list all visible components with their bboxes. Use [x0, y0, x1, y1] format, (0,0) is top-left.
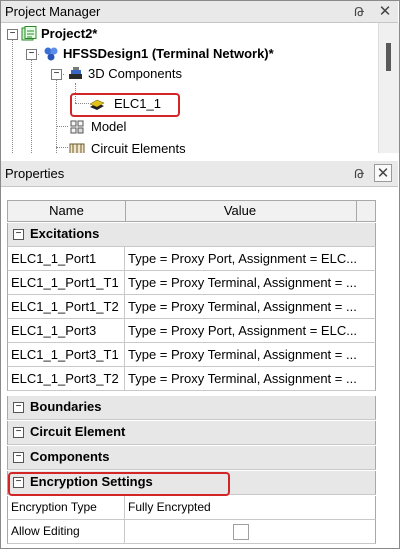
- selection-highlight: [70, 93, 180, 117]
- section-label: Circuit Element: [30, 424, 126, 439]
- tree-item-design[interactable]: − HFSSDesign1 (Terminal Network)*: [1, 44, 377, 64]
- property-value-cell: [125, 520, 375, 543]
- tree-item-model[interactable]: Model: [1, 117, 377, 137]
- collapse-icon[interactable]: −: [13, 229, 24, 240]
- property-value[interactable]: Type = Proxy Port, Assignment = ELC...: [125, 319, 375, 342]
- property-name: ELC1_1_Port3_T1: [8, 343, 125, 366]
- property-name: ELC1_1_Port1_T1: [8, 271, 125, 294]
- section-excitations[interactable]: − Excitations: [7, 223, 376, 247]
- project-tree: − Project2* − HFSSDesign1 (Terminal Netw…: [1, 23, 377, 153]
- section-label: Excitations: [30, 226, 100, 241]
- column-header-name[interactable]: Name: [8, 201, 126, 221]
- close-icon[interactable]: ✕: [376, 3, 394, 21]
- tree-item-elc1-1[interactable]: ELC1_1: [1, 94, 377, 114]
- property-name: ELC1_1_Port3: [8, 319, 125, 342]
- table-row[interactable]: ELC1_1_Port1_T2 Type = Proxy Terminal, A…: [7, 295, 376, 319]
- model-label: Model: [91, 119, 127, 134]
- table-row[interactable]: ELC1_1_Port3_T1 Type = Proxy Terminal, A…: [7, 343, 376, 367]
- table-row[interactable]: ELC1_1_Port1 Type = Proxy Port, Assignme…: [7, 247, 376, 271]
- column-header-value[interactable]: Value: [125, 201, 355, 221]
- collapse-icon[interactable]: −: [26, 49, 37, 60]
- properties-title: Properties: [5, 166, 65, 181]
- collapse-icon[interactable]: −: [51, 69, 62, 80]
- section-components[interactable]: − Components: [7, 446, 376, 470]
- close-icon[interactable]: ✕: [374, 164, 392, 182]
- project-manager-header: Project Manager Թ ✕: [1, 1, 398, 23]
- section-boundaries[interactable]: − Boundaries: [7, 396, 376, 420]
- section-label: Components: [30, 449, 110, 464]
- properties-header: Properties Թ ✕: [1, 161, 398, 187]
- tree-item-3d-components[interactable]: − 3D Components: [1, 64, 377, 84]
- property-name: ELC1_1_Port3_T2: [8, 367, 125, 390]
- property-name: Encryption Type: [8, 496, 125, 519]
- section-circuit-element[interactable]: − Circuit Element: [7, 421, 376, 445]
- design-label: HFSSDesign1 (Terminal Network)*: [63, 46, 274, 61]
- property-name: ELC1_1_Port1_T2: [8, 295, 125, 318]
- scrollbar-thumb[interactable]: [386, 43, 391, 71]
- grid-header: Name Value: [7, 200, 376, 222]
- collapse-icon[interactable]: −: [13, 402, 24, 413]
- property-value[interactable]: Type = Proxy Terminal, Assignment = ...: [125, 295, 375, 318]
- project-icon: [21, 26, 37, 41]
- table-row[interactable]: ELC1_1_Port1_T1 Type = Proxy Terminal, A…: [7, 271, 376, 295]
- components-folder-icon: [69, 67, 82, 79]
- properties-grid: Name Value − Excitations ELC1_1_Port1 Ty…: [7, 200, 376, 548]
- collapse-icon[interactable]: −: [13, 452, 24, 463]
- allow-editing-checkbox[interactable]: [233, 524, 249, 540]
- property-value[interactable]: Type = Proxy Terminal, Assignment = ...: [125, 343, 375, 366]
- section-label: Boundaries: [30, 399, 102, 414]
- property-value[interactable]: Type = Proxy Terminal, Assignment = ...: [125, 271, 375, 294]
- project-label: Project2*: [41, 26, 98, 41]
- property-value[interactable]: Type = Proxy Port, Assignment = ELC...: [125, 247, 375, 270]
- column-header-end: [356, 201, 375, 221]
- property-value[interactable]: Type = Proxy Terminal, Assignment = ...: [125, 367, 375, 390]
- design-icon: [44, 47, 58, 61]
- table-row[interactable]: Allow Editing: [7, 520, 376, 544]
- collapse-icon[interactable]: −: [7, 29, 18, 40]
- collapse-icon[interactable]: −: [13, 427, 24, 438]
- circuit-elements-label: Circuit Elements: [91, 141, 186, 153]
- property-name: ELC1_1_Port1: [8, 247, 125, 270]
- circuit-elements-icon: [69, 143, 85, 153]
- table-row[interactable]: ELC1_1_Port3 Type = Proxy Port, Assignme…: [7, 319, 376, 343]
- table-row[interactable]: ELC1_1_Port3_T2 Type = Proxy Terminal, A…: [7, 367, 376, 391]
- tree-item-project[interactable]: − Project2*: [1, 24, 377, 44]
- project-manager-title: Project Manager: [5, 4, 101, 19]
- property-value[interactable]: Fully Encrypted: [125, 496, 375, 519]
- property-name: Allow Editing: [8, 520, 125, 543]
- tree-item-circuit-elements[interactable]: Circuit Elements: [1, 139, 377, 153]
- table-row[interactable]: Encryption Type Fully Encrypted: [7, 496, 376, 520]
- pin-icon[interactable]: Թ: [350, 3, 368, 21]
- section-highlight: [8, 472, 230, 496]
- components-folder-label: 3D Components: [88, 66, 182, 81]
- model-icon: [70, 120, 84, 134]
- pin-icon[interactable]: Թ: [350, 165, 368, 183]
- tree-scrollbar[interactable]: [378, 23, 399, 153]
